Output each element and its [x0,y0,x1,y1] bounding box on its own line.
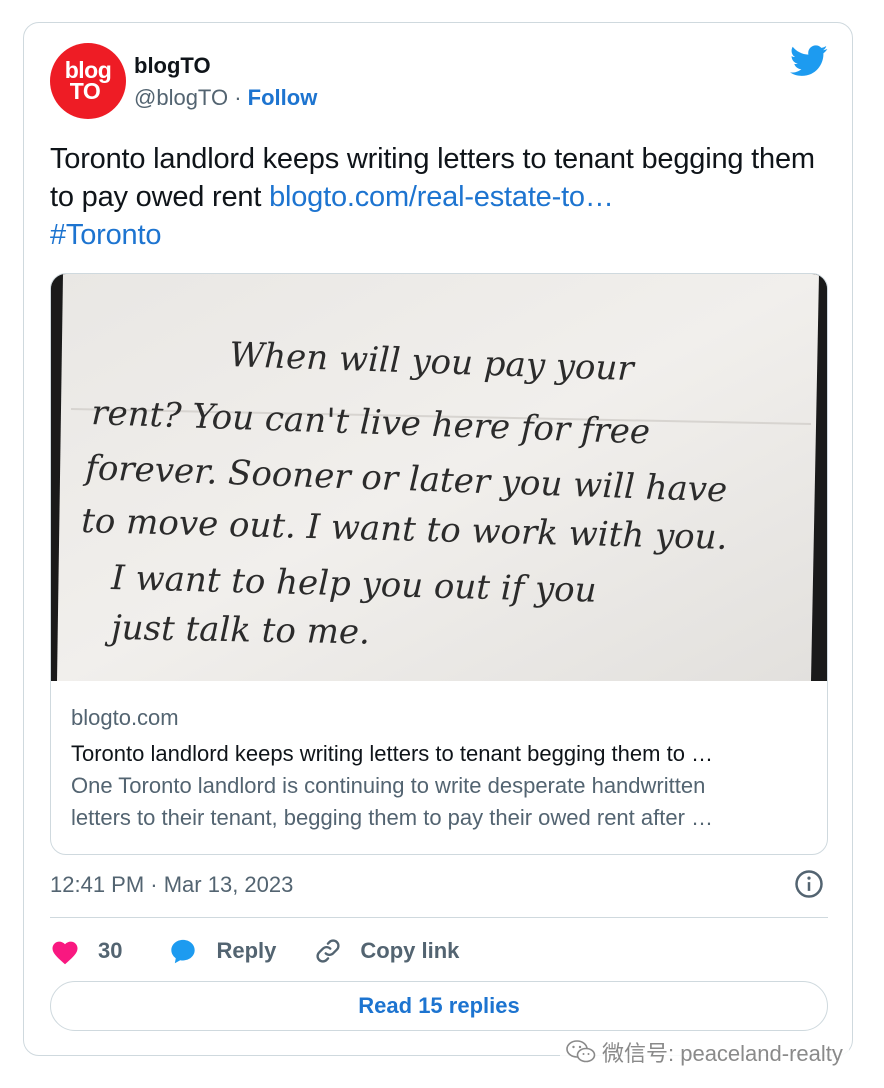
tweet-text: Toronto landlord keeps writing letters t… [50,140,840,254]
handle-separator: · [228,85,248,110]
reply-button[interactable]: Reply [168,937,276,965]
divider [50,917,828,918]
action-bar: 30 Reply Copy link [50,931,459,971]
wechat-watermark: 微信号: peaceland-realty [560,1034,849,1070]
info-icon[interactable] [794,869,824,899]
tweet-link[interactable]: blogto.com/real-estate-to… [269,181,614,213]
wechat-icon [566,1040,596,1063]
copy-link-button[interactable]: Copy link [314,937,459,965]
reply-bubble-icon [171,939,196,964]
letter-photo[interactable]: When will you pay your rent? You can't l… [51,274,827,681]
read-replies-button[interactable]: Read 15 replies [50,981,828,1031]
tweet-timestamp[interactable]: 12:41 PM · Mar 13, 2023 [50,872,293,898]
link-card-domain: blogto.com [71,705,179,730]
account-name[interactable]: blogTO [134,53,211,79]
link-card-meta: blogto.com Toronto landlord keeps writin… [71,704,811,834]
avatar-text-to: TO [69,78,101,104]
link-card-description-line1: One Toronto landlord is continuing to wr… [71,773,706,798]
copy-link-label: Copy link [360,938,460,963]
reply-label: Reply [216,938,277,963]
tweet-embed-card: blog TO blogTO @blogTO · Follow Toronto … [23,22,853,1056]
follow-button[interactable]: Follow [248,85,318,110]
avatar[interactable]: blog TO [50,43,126,119]
watermark-text: 微信号: peaceland-realty [602,1041,843,1066]
letter-line-6: just talk to me. [104,608,370,653]
like-button[interactable]: 30 [50,937,122,965]
account-handle[interactable]: @blogTO [134,85,228,110]
twitter-bird-icon[interactable] [790,45,828,77]
like-count: 30 [98,938,123,963]
tweet-hashtag[interactable]: #Toronto [50,219,161,251]
handle-row: @blogTO · Follow [134,85,317,111]
link-preview-card[interactable]: When will you pay your rent? You can't l… [50,273,828,855]
link-card-title[interactable]: Toronto landlord keeps writing letters t… [71,738,811,770]
link-card-description-line2: letters to their tenant, begging them to… [71,805,714,830]
heart-icon [52,941,78,965]
link-icon [316,939,340,963]
